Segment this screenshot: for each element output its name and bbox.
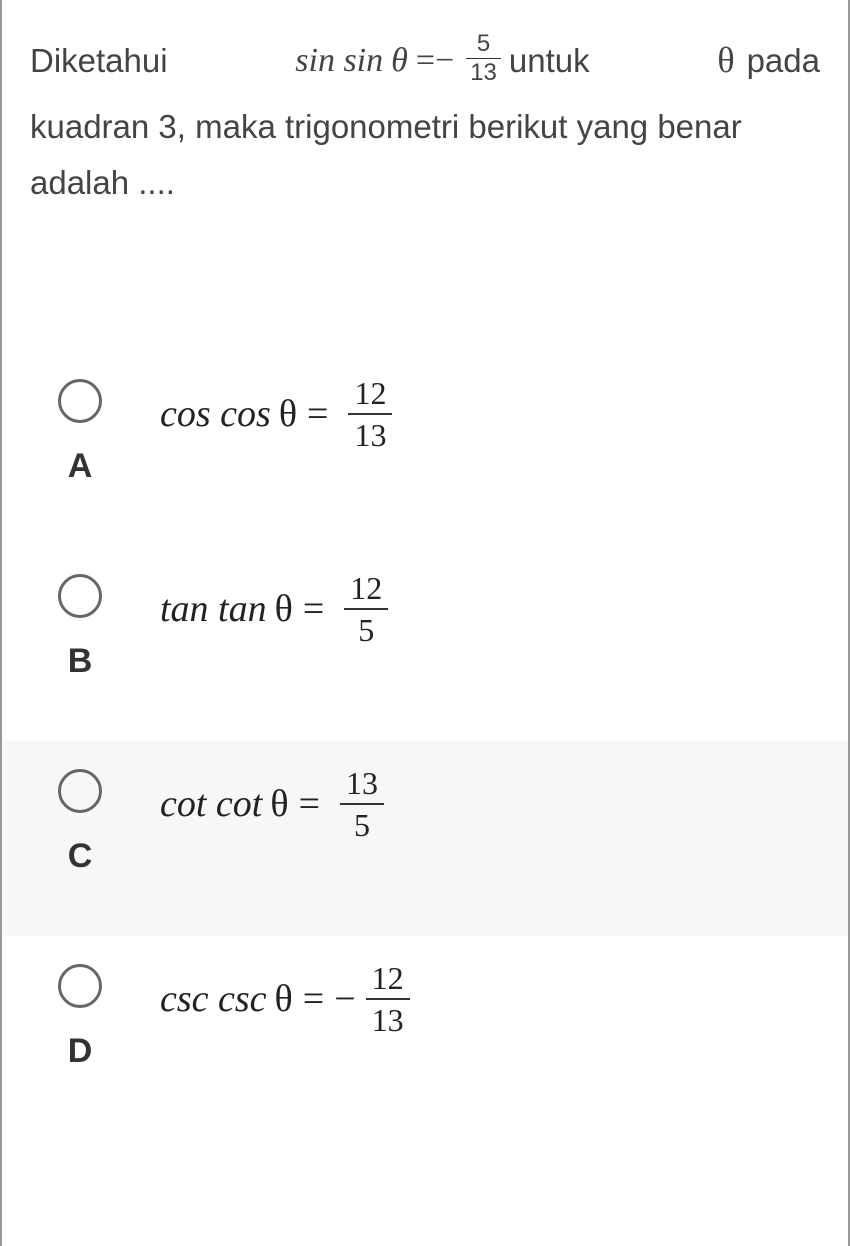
radio-column-d: D (40, 956, 120, 1071)
radio-d[interactable] (58, 964, 102, 1008)
frac-d: 12 13 (366, 962, 410, 1036)
frac-a: 12 13 (348, 377, 392, 451)
sign-a: = (307, 392, 328, 436)
func-c: cot cot (160, 782, 262, 826)
label-b: B (68, 642, 93, 681)
equation-d: csc csc θ = − 12 13 (120, 956, 820, 1036)
theta-d: θ (275, 977, 293, 1021)
frac-c: 13 5 (340, 767, 384, 841)
theta-b: θ (275, 587, 293, 631)
den-b: 5 (344, 610, 388, 646)
den-c: 5 (340, 805, 384, 841)
option-b[interactable]: B tan tan θ = 12 5 (2, 546, 848, 741)
question-part3: pada (747, 33, 820, 89)
option-c[interactable]: C cot cot θ = 13 5 (2, 741, 848, 936)
func-d: csc csc (160, 977, 267, 1021)
equals-minus: =− (416, 32, 454, 90)
den-a: 13 (348, 415, 392, 451)
frac-den: 13 (466, 59, 501, 85)
label-c: C (68, 837, 93, 876)
sin-func: sin sin (295, 32, 383, 90)
theta-c: θ (270, 782, 288, 826)
sign-c: = (299, 782, 320, 826)
theta-symbol: θ (391, 32, 408, 90)
equation-a: cos cos θ = 12 13 (120, 371, 820, 451)
option-a[interactable]: A cos cos θ = 12 13 (2, 351, 848, 546)
question-part2: untuk (509, 33, 590, 89)
frac-b: 12 5 (344, 572, 388, 646)
equation-b: tan tan θ = 12 5 (120, 566, 820, 646)
neg-d: − (334, 977, 355, 1021)
options-container: A cos cos θ = 12 13 B tan tan θ = 12 5 (2, 351, 848, 1131)
radio-b[interactable] (58, 574, 102, 618)
theta-symbol-2: θ (717, 30, 734, 91)
num-a: 12 (348, 377, 392, 415)
radio-column-b: B (40, 566, 120, 681)
den-d: 13 (366, 1000, 410, 1036)
func-b: tan tan (160, 587, 267, 631)
question-line2: kuadran 3, maka trigonometri berikut yan… (30, 99, 820, 211)
num-c: 13 (340, 767, 384, 805)
theta-a: θ (279, 392, 297, 436)
sign-b: = (303, 587, 324, 631)
num-b: 12 (344, 572, 388, 610)
frac-num: 5 (466, 32, 501, 59)
question-fraction: 5 13 (466, 32, 501, 85)
question-part1: Diketahui (30, 33, 168, 89)
label-d: D (68, 1032, 93, 1071)
radio-c[interactable] (58, 769, 102, 813)
radio-column-a: A (40, 371, 120, 486)
radio-column-c: C (40, 761, 120, 876)
equation-c: cot cot θ = 13 5 (120, 761, 820, 841)
option-d[interactable]: D csc csc θ = − 12 13 (2, 936, 848, 1131)
question-text: Diketahui sin sin θ =− 5 13 untuk θ pada… (2, 0, 848, 231)
func-a: cos cos (160, 392, 271, 436)
sign-d: = (303, 977, 324, 1021)
num-d: 12 (366, 962, 410, 1000)
label-a: A (68, 447, 93, 486)
radio-a[interactable] (58, 379, 102, 423)
